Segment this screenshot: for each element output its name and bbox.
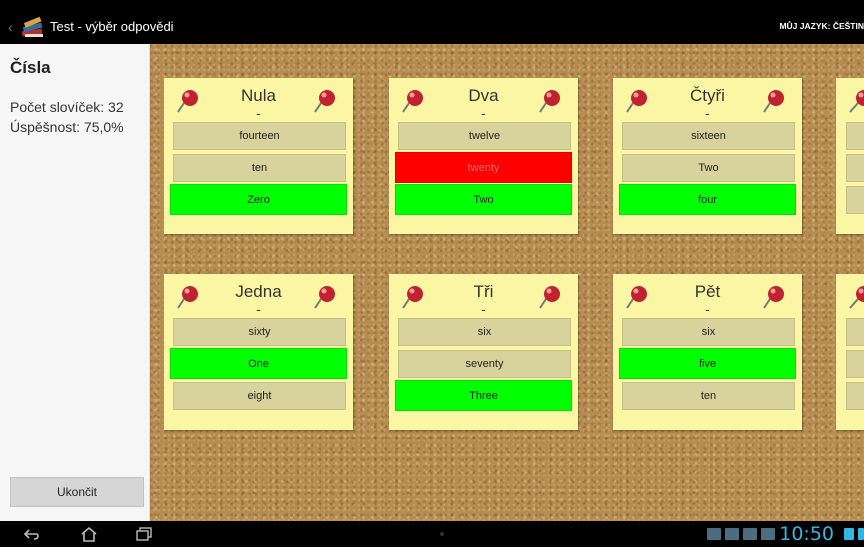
status-area[interactable]: 10:50 [703, 523, 864, 545]
option-button[interactable]: six [622, 318, 795, 346]
controller-icon [761, 528, 776, 540]
option-button[interactable] [846, 382, 864, 410]
card-answer: - [481, 301, 486, 317]
card-word: Jedna [235, 282, 282, 301]
gallery-icon [725, 528, 740, 540]
card-word: Čtyři [690, 86, 725, 105]
card-answer: - [705, 105, 710, 121]
option-button[interactable] [846, 186, 864, 214]
option-button[interactable]: sixteen [622, 122, 795, 150]
word-card: Dva - twelve twenty Two [389, 78, 578, 234]
partial-card [836, 274, 864, 430]
success-rate: Úspěšnost: 75,0% [10, 119, 124, 135]
word-card: Jedna - sixty One eight [164, 274, 353, 430]
navigation-bar: 10:50 [0, 521, 864, 547]
battery-icon [858, 528, 864, 540]
pushpin-icon [849, 286, 864, 309]
clock: 10:50 [779, 523, 834, 545]
option-button[interactable]: Two [395, 184, 572, 215]
back-arrow-icon[interactable] [22, 526, 40, 542]
partial-card [836, 78, 864, 234]
option-button[interactable]: five [619, 348, 796, 379]
books-icon[interactable] [20, 15, 46, 39]
card-answer: - [256, 301, 261, 317]
option-button[interactable]: twenty [395, 152, 572, 183]
word-card: Čtyři - sixteen Two four [613, 78, 802, 234]
action-bar: ‹ Test - výběr odpovědi MŮJ JAZYK: ČEŠTI… [0, 9, 864, 44]
option-button[interactable]: twelve [398, 122, 571, 150]
word-count: Počet slovíček: 32 [10, 99, 124, 115]
option-button[interactable]: Three [395, 380, 572, 411]
card-word: Nula [241, 86, 276, 105]
option-button[interactable] [846, 154, 864, 182]
option-button[interactable]: seventy [398, 350, 571, 378]
card-word: Pět [694, 282, 721, 301]
language-menu[interactable]: MŮJ JAZYK: ČEŠTIN [779, 9, 864, 44]
chevron-left-icon[interactable]: ‹ [8, 19, 18, 35]
cork-board: Nula - fourteen ten Zero Dva - twelve twenty Two Č… [150, 44, 864, 521]
option-button[interactable]: sixty [173, 318, 346, 346]
option-button[interactable] [846, 350, 864, 378]
option-button[interactable]: Two [622, 154, 795, 182]
word-card: Pět - six five ten [613, 274, 802, 430]
signal-icon [844, 528, 854, 540]
option-button[interactable]: four [619, 184, 796, 215]
card-answer: - [705, 301, 710, 317]
card-answer: - [256, 105, 261, 121]
page-indicator [440, 532, 444, 536]
option-button[interactable] [846, 122, 864, 150]
option-button[interactable]: eight [173, 382, 346, 410]
option-button[interactable]: fourteen [173, 122, 346, 150]
home-icon[interactable] [80, 526, 98, 542]
option-button[interactable]: six [398, 318, 571, 346]
topic-title: Čísla [10, 58, 51, 77]
option-button[interactable]: ten [622, 382, 795, 410]
recent-apps-icon[interactable] [135, 526, 153, 542]
option-button[interactable]: Zero [170, 184, 347, 215]
word-card: Tři - six seventy Three [389, 274, 578, 430]
pushpin-icon [849, 90, 864, 113]
app-title: Test - výběr odpovědi [50, 19, 174, 34]
option-button[interactable] [846, 318, 864, 346]
sidebar: Čísla Počet slovíček: 32 Úspěšnost: 75,0… [0, 44, 150, 521]
card-word: Dva [468, 86, 499, 105]
option-button[interactable]: ten [173, 154, 346, 182]
card-answer: - [481, 105, 486, 121]
option-button[interactable]: One [170, 348, 347, 379]
card-word: Tři [473, 282, 494, 301]
download-icon [707, 528, 722, 540]
quit-button[interactable]: Ukončit [10, 477, 144, 507]
calendar-icon [743, 528, 758, 540]
word-card: Nula - fourteen ten Zero [164, 78, 353, 234]
